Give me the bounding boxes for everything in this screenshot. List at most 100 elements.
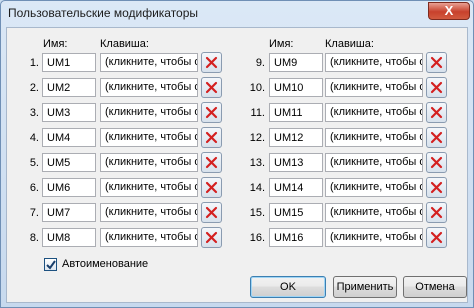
- clear-key-button[interactable]: [426, 152, 447, 173]
- modifier-name-input[interactable]: [42, 178, 96, 197]
- red-x-icon: [205, 181, 218, 194]
- close-icon: X: [444, 3, 454, 18]
- red-x-icon: [205, 56, 218, 69]
- modifier-key-field[interactable]: (кликните, чтобы оп: [325, 228, 423, 247]
- modifier-key-field[interactable]: (кликните, чтобы оп: [325, 128, 423, 147]
- title-bar[interactable]: Пользовательские модификаторы X: [1, 1, 473, 27]
- clear-key-button[interactable]: [426, 177, 447, 198]
- modifier-row: 10. (кликните, чтобы оп: [232, 77, 457, 99]
- apply-button[interactable]: Применить: [333, 276, 397, 298]
- ok-button[interactable]: OK: [250, 276, 326, 298]
- modifier-name-input[interactable]: [42, 228, 96, 247]
- red-x-icon: [205, 131, 218, 144]
- red-x-icon: [430, 56, 443, 69]
- red-x-icon: [430, 81, 443, 94]
- modifier-key-field[interactable]: (кликните, чтобы оп: [100, 203, 198, 222]
- clear-key-button[interactable]: [201, 202, 222, 223]
- dialog-window: Пользовательские модификаторы X Имя: Кла…: [0, 0, 474, 308]
- row-number: 2.: [29, 82, 39, 94]
- clear-key-button[interactable]: [426, 102, 447, 123]
- clear-key-button[interactable]: [201, 127, 222, 148]
- red-x-icon: [430, 206, 443, 219]
- window-title: Пользовательские модификаторы: [8, 6, 199, 20]
- checkmark-icon: [46, 260, 56, 270]
- modifier-key-field[interactable]: (кликните, чтобы оп: [325, 78, 423, 97]
- row-number: 5.: [29, 157, 39, 169]
- modifier-name-input[interactable]: [42, 203, 96, 222]
- modifier-key-field[interactable]: (кликните, чтобы оп: [325, 103, 423, 122]
- row-number: 1.: [29, 57, 39, 69]
- row-number: 6.: [29, 182, 39, 194]
- modifier-name-input[interactable]: [269, 78, 323, 97]
- modifier-name-input[interactable]: [42, 153, 96, 172]
- red-x-icon: [205, 156, 218, 169]
- clear-key-button[interactable]: [201, 102, 222, 123]
- modifier-name-input[interactable]: [42, 78, 96, 97]
- modifier-key-field[interactable]: (кликните, чтобы оп: [100, 103, 198, 122]
- modifier-row: 12. (кликните, чтобы оп: [232, 127, 457, 149]
- red-x-icon: [205, 81, 218, 94]
- modifier-row: 2. (кликните, чтобы оп: [7, 77, 232, 99]
- modifier-name-input[interactable]: [42, 128, 96, 147]
- modifier-key-field[interactable]: (кликните, чтобы оп: [100, 128, 198, 147]
- row-number: 9.: [255, 57, 265, 69]
- modifier-row: 14. (кликните, чтобы оп: [232, 177, 457, 199]
- modifier-name-input[interactable]: [269, 128, 323, 147]
- modifier-name-input[interactable]: [269, 103, 323, 122]
- modifier-row: 16. (кликните, чтобы оп: [232, 227, 457, 249]
- clear-key-button[interactable]: [426, 52, 447, 73]
- name-column-header-left: Имя:: [43, 38, 68, 50]
- modifier-key-field[interactable]: (кликните, чтобы оп: [325, 53, 423, 72]
- auto-naming-label: Автоименование: [62, 258, 149, 270]
- red-x-icon: [430, 231, 443, 244]
- red-x-icon: [430, 181, 443, 194]
- modifier-key-field[interactable]: (кликните, чтобы оп: [100, 178, 198, 197]
- modifier-name-input[interactable]: [269, 203, 323, 222]
- modifier-row: 5. (кликните, чтобы оп: [7, 152, 232, 174]
- clear-key-button[interactable]: [201, 77, 222, 98]
- auto-naming-checkbox[interactable]: [44, 258, 57, 271]
- clear-key-button[interactable]: [426, 227, 447, 248]
- key-column-header-right: Клавиша:: [325, 38, 374, 50]
- row-number: 8.: [29, 232, 39, 244]
- clear-key-button[interactable]: [426, 127, 447, 148]
- modifier-row: 1. (кликните, чтобы оп: [7, 52, 232, 74]
- modifier-key-field[interactable]: (кликните, чтобы оп: [100, 53, 198, 72]
- row-number: 15.: [249, 207, 265, 219]
- clear-key-button[interactable]: [201, 177, 222, 198]
- clear-key-button[interactable]: [201, 52, 222, 73]
- modifier-key-field[interactable]: (кликните, чтобы оп: [100, 228, 198, 247]
- modifier-row: 11. (кликните, чтобы оп: [232, 102, 457, 124]
- clear-key-button[interactable]: [201, 152, 222, 173]
- row-number: 14.: [249, 182, 265, 194]
- clear-key-button[interactable]: [426, 202, 447, 223]
- red-x-icon: [205, 231, 218, 244]
- row-number: 10.: [249, 82, 265, 94]
- modifier-key-field[interactable]: (кликните, чтобы оп: [325, 178, 423, 197]
- cancel-button[interactable]: Отмена: [403, 276, 467, 298]
- modifier-name-input[interactable]: [269, 228, 323, 247]
- red-x-icon: [430, 131, 443, 144]
- row-number: 4.: [29, 132, 39, 144]
- modifier-key-field[interactable]: (кликните, чтобы оп: [325, 203, 423, 222]
- red-x-icon: [430, 156, 443, 169]
- modifier-name-input[interactable]: [42, 53, 96, 72]
- modifier-name-input[interactable]: [269, 153, 323, 172]
- row-number: 7.: [29, 207, 39, 219]
- modifier-name-input[interactable]: [269, 53, 323, 72]
- key-column-header-left: Клавиша:: [100, 38, 149, 50]
- red-x-icon: [205, 206, 218, 219]
- modifier-name-input[interactable]: [269, 178, 323, 197]
- row-number: 12.: [249, 132, 265, 144]
- modifier-key-field[interactable]: (кликните, чтобы оп: [100, 153, 198, 172]
- clear-key-button[interactable]: [201, 227, 222, 248]
- modifier-key-field[interactable]: (кликните, чтобы оп: [325, 153, 423, 172]
- modifier-name-input[interactable]: [42, 103, 96, 122]
- clear-key-button[interactable]: [426, 77, 447, 98]
- modifier-row: 3. (кликните, чтобы оп: [7, 102, 232, 124]
- close-button[interactable]: X: [428, 2, 470, 20]
- modifier-row: 6. (кликните, чтобы оп: [7, 177, 232, 199]
- red-x-icon: [430, 106, 443, 119]
- modifier-key-field[interactable]: (кликните, чтобы оп: [100, 78, 198, 97]
- modifier-row: 9. (кликните, чтобы оп: [232, 52, 457, 74]
